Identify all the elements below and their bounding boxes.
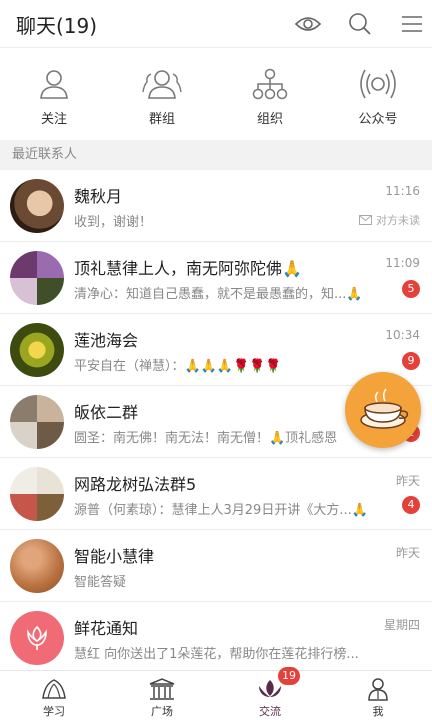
chat-name: 莲池海会: [74, 331, 139, 350]
group-icon: [142, 66, 182, 102]
chat-row-weiqiuyue[interactable]: 魏秋月 收到，谢谢！ 11:16 对方未读: [0, 170, 432, 242]
unread-status-label: 对方未读: [376, 214, 420, 227]
chat-name: 魏秋月: [74, 187, 123, 206]
chat-time: 11:16: [385, 184, 420, 198]
broadcast-icon: [358, 66, 398, 102]
tab-study-label: 学习: [43, 705, 65, 718]
tab-study[interactable]: 学习: [0, 671, 108, 720]
quick-public-account[interactable]: 公众号: [324, 48, 432, 140]
bottom-tab-bar: 学习 广场 交流 19 我: [0, 667, 432, 720]
chat-time: 昨天: [395, 474, 420, 488]
avatar: [10, 467, 64, 521]
page-title: 聊天(19): [16, 14, 98, 38]
avatar: [10, 611, 64, 665]
chat-row-xianhua[interactable]: 鲜花通知 慧红 向你送出了1朵莲花，帮助你在莲花排行榜... 星期四: [0, 602, 432, 674]
chat-name: 网路龙树弘法群5: [74, 475, 197, 494]
avatar: [10, 323, 64, 377]
tab-communicate[interactable]: 交流 19: [216, 667, 324, 720]
search-icon[interactable]: [344, 8, 376, 40]
mail-icon: [359, 215, 372, 225]
tab-square-label: 广场: [151, 705, 173, 718]
person-icon: [34, 66, 74, 102]
chat-name: 鲜花通知: [74, 619, 139, 638]
quick-actions: 关注 群组 组织 公众号: [0, 48, 432, 140]
chat-row-zhineng[interactable]: 智能小慧律 智能答疑 昨天: [0, 530, 432, 602]
chat-row-dingli[interactable]: 顶礼慧律上人，南无阿弥陀佛🙏 清净心：知道自己愚蠢，就不是最愚蠢的，知...🙏 …: [0, 242, 432, 314]
chat-name: 顶礼慧律上人，南无阿弥陀佛🙏: [74, 259, 302, 278]
menu-icon[interactable]: [396, 8, 428, 40]
teacup-icon: [360, 388, 409, 429]
unread-status: 对方未读: [359, 212, 420, 228]
quick-public-account-label: 公众号: [358, 112, 398, 127]
chat-preview: 源普（何素琼）：慧律上人3月29日开讲《大方...🙏: [74, 503, 368, 518]
chat-time: 星期四: [383, 618, 420, 632]
avatar: [10, 539, 64, 593]
tab-communicate-label: 交流: [259, 705, 281, 718]
chat-preview: 平安自在（禅慧）：🙏🙏🙏🌹🌹🌹: [74, 359, 282, 374]
conch-icon: [39, 676, 69, 702]
chat-time: 10:34: [385, 328, 420, 342]
chat-name: 智能小慧律: [74, 547, 155, 566]
chat-row-wanglu[interactable]: 网路龙树弘法群5 源普（何素琼）：慧律上人3月29日开讲《大方...🙏 昨天 4: [0, 458, 432, 530]
tab-badge: 19: [278, 667, 300, 685]
tab-me[interactable]: 我: [324, 671, 432, 720]
chat-preview: 慧红 向你送出了1朵莲花，帮助你在莲花排行榜...: [74, 647, 359, 662]
quick-groups[interactable]: 群组: [108, 48, 216, 140]
tab-me-label: 我: [372, 705, 384, 718]
chat-preview: 圆圣：南无佛！南无法！南无僧！🙏顶礼感恩: [74, 431, 338, 446]
chat-name: 皈依二群: [74, 403, 139, 422]
floating-assistant-button[interactable]: [345, 372, 421, 448]
chat-time: 昨天: [395, 546, 420, 560]
app-header: 聊天(19): [0, 0, 432, 48]
org-chart-icon: [250, 66, 290, 102]
chat-preview: 收到，谢谢！: [74, 215, 153, 230]
avatar: [10, 179, 64, 233]
monk-icon: [363, 676, 393, 702]
avatar: [10, 251, 64, 305]
temple-icon: [147, 676, 177, 702]
eye-icon[interactable]: [292, 8, 324, 40]
recent-contacts-header: 最近联系人: [0, 140, 432, 170]
unread-badge: 9: [402, 352, 420, 370]
quick-follow-label: 关注: [40, 112, 67, 127]
chat-preview: 清净心：知道自己愚蠢，就不是最愚蠢的，知...🙏: [74, 287, 363, 302]
quick-groups-label: 群组: [148, 112, 175, 127]
flower-icon: [27, 625, 47, 650]
chat-time: 11:09: [385, 256, 420, 270]
quick-org-label: 组织: [256, 112, 283, 127]
avatar: [10, 395, 64, 449]
tab-square[interactable]: 广场: [108, 671, 216, 720]
quick-org[interactable]: 组织: [216, 48, 324, 140]
unread-badge: 4: [402, 496, 420, 514]
unread-badge: 5: [402, 280, 420, 298]
chat-preview: 智能答疑: [74, 575, 127, 590]
quick-follow[interactable]: 关注: [0, 48, 108, 140]
